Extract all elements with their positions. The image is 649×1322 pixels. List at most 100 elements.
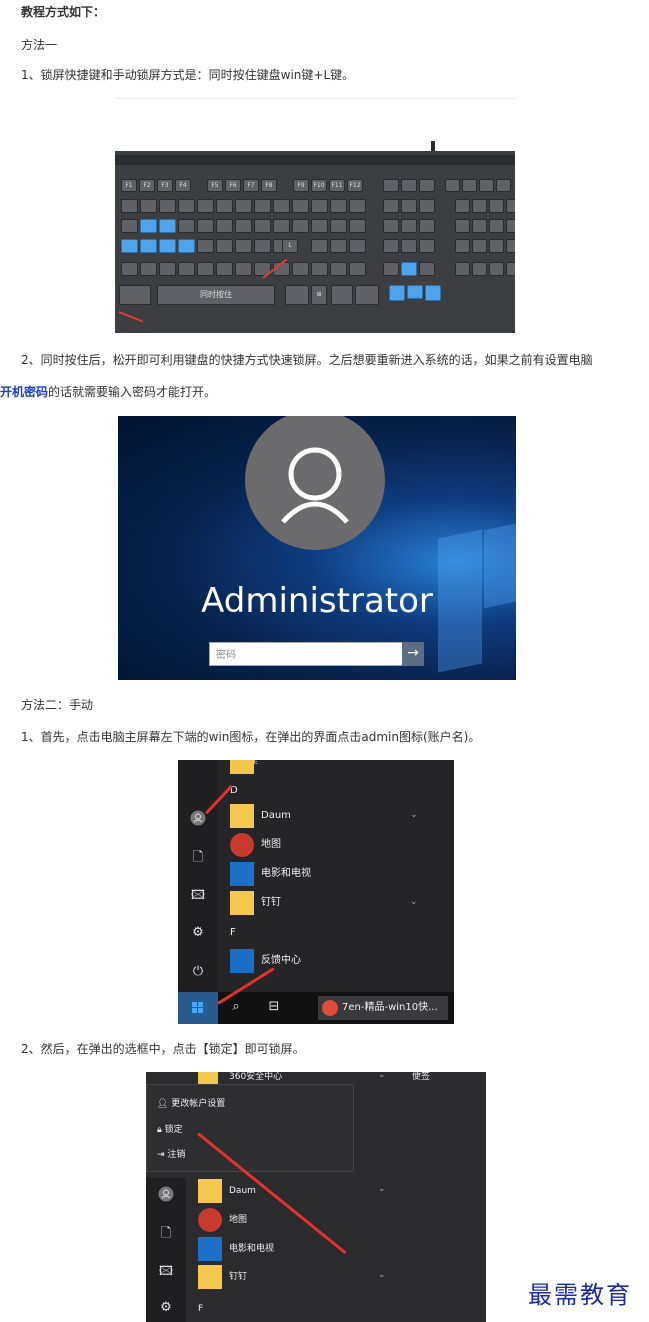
press-together-label: 同时按住 [200, 290, 232, 299]
function-key: F4 [175, 179, 191, 192]
app-dingtalk[interactable]: 钉钉 [229, 1270, 247, 1284]
keyboard-key [330, 262, 347, 276]
function-key: F5 [207, 179, 223, 192]
keyboard-image: F1 F2 F3 F4 F5 F6 F7 F8 F9 F10 F11 F12 同时按住 L ⊞ [115, 98, 515, 333]
submit-arrow-button[interactable]: → [402, 642, 424, 666]
arrow-key [407, 285, 423, 299]
keyboard-key [472, 199, 487, 213]
keyboard-key [401, 219, 417, 233]
dingtalk-tile-icon [198, 1265, 222, 1289]
user-name: Administrator [201, 581, 433, 621]
maps-tile-icon [230, 833, 254, 857]
app-movies-tv[interactable]: 电影和电视 [229, 1242, 274, 1256]
menu-sign-out-label: 注销 [167, 1150, 186, 1160]
pictures-icon[interactable]: 🖾 [178, 886, 218, 908]
chevron-down-icon[interactable]: ⌄ [378, 1184, 386, 1194]
keyboard-key [311, 239, 328, 253]
chevron-down-icon[interactable]: ⌄ [378, 1072, 386, 1080]
keyboard-key [496, 179, 511, 192]
keyboard-key [197, 262, 214, 276]
keyboard-key [331, 285, 353, 305]
app-maps[interactable]: 地图 [229, 1213, 247, 1227]
account-icon[interactable] [178, 810, 218, 830]
function-key: F3 [157, 179, 173, 192]
taskbar: ⌕ ⊟ 7en-精品-win10快... [178, 992, 454, 1024]
app-dingtalk[interactable]: 钉钉 [261, 896, 281, 910]
start-sidebar [178, 760, 218, 992]
account-context-menu: 👤︎ 更改帐户设置 🔒︎ 锁定 ⇥ 注销 [146, 1084, 354, 1172]
user-avatar [245, 416, 385, 550]
account-icon[interactable] [146, 1186, 186, 1206]
taskbar-app-label: 7en-精品-win10快... [342, 1002, 438, 1013]
settings-gear-icon[interactable]: ⚙ [146, 1300, 186, 1315]
function-key: F10 [311, 179, 327, 192]
start-menu-image-2: 360安全中心 ⌄ 便签 👤︎ 更改帐户设置 🔒︎ 锁定 ⇥ 注销 🗋 🖾 ⚙ … [146, 1072, 486, 1322]
keyboard-key [292, 219, 309, 233]
keyboard-key [235, 219, 252, 233]
keyboard-key [178, 262, 195, 276]
keyboard-key [197, 239, 214, 253]
step-1-1-text: 1、锁屏快捷键和手动锁屏方式是：同时按住键盘win键+L键。 [21, 68, 355, 82]
ctrl-key [355, 285, 379, 305]
menu-sign-out[interactable]: ⇥ 注销 [157, 1147, 185, 1160]
keyboard-top-edge [115, 155, 515, 165]
app-maps[interactable]: 地图 [261, 838, 281, 852]
keyboard-key [235, 239, 252, 253]
keyboard-key [401, 262, 417, 276]
menu-change-account-settings-label: 更改帐户设置 [171, 1099, 226, 1109]
app-daum[interactable]: Daum [229, 1184, 256, 1198]
keyboard-key [235, 199, 252, 213]
settings-gear-icon[interactable]: ⚙ [178, 925, 218, 940]
keyboard-key [489, 239, 504, 253]
chevron-down-icon[interactable]: ⌄ [410, 897, 418, 907]
power-icon[interactable]: ⏻ [178, 964, 218, 979]
function-key: F2 [139, 179, 155, 192]
keyboard-key [383, 239, 399, 253]
app-daum[interactable]: Daum [261, 809, 291, 823]
keyboard-key [159, 219, 176, 233]
step-1-2-continued: 开机密码的话就需要输入密码才能打开。 [0, 384, 216, 400]
app-movies-tv[interactable]: 电影和电视 [261, 867, 311, 881]
key-win-icon: ⊞ [311, 285, 327, 305]
keyboard-key [472, 262, 487, 276]
movies-tile-icon [198, 1237, 222, 1261]
keyboard-key [401, 179, 417, 192]
keyboard-key [254, 199, 271, 213]
keyboard-key [349, 199, 366, 213]
function-key: F8 [261, 179, 277, 192]
ctrl-key [119, 285, 151, 305]
keyboard-key [472, 219, 487, 233]
pictures-icon[interactable]: 🖾 [146, 1262, 186, 1284]
keyboard-key [479, 179, 494, 192]
dingtalk-tile-icon [230, 891, 254, 915]
menu-change-account-settings[interactable]: 👤︎ 更改帐户设置 [157, 1096, 225, 1109]
app-tile-360-icon [198, 1072, 218, 1084]
keyboard-key [140, 219, 157, 233]
keyboard-key [140, 199, 157, 213]
step-1-2-tail: 的话就需要输入密码才能打开。 [48, 385, 217, 399]
keyboard-key [455, 219, 470, 233]
task-view-icon[interactable]: ⊟ [256, 999, 292, 1014]
windows-start-button[interactable] [178, 992, 218, 1024]
menu-lock[interactable]: 🔒︎ 锁定 [157, 1122, 183, 1135]
alt-key [285, 285, 309, 305]
chevron-down-icon[interactable]: ⌄ [378, 1270, 386, 1280]
app-feedback-hub[interactable]: 反馈中心 [261, 954, 301, 968]
app-360-label[interactable]: 360安全中心 [229, 1072, 282, 1084]
taskbar-app-button[interactable]: 7en-精品-win10快... [318, 996, 448, 1020]
boot-password-link[interactable]: 开机密码 [0, 385, 48, 399]
function-key: F11 [329, 179, 345, 192]
password-placeholder: 密码 [216, 650, 236, 661]
document-icon[interactable]: 🗋 [146, 1224, 186, 1246]
section-f-label: F [198, 1304, 204, 1314]
document-icon[interactable]: 🗋 [178, 848, 218, 870]
keyboard-key [419, 179, 435, 192]
sticky-notes-label[interactable]: 便签 [412, 1072, 430, 1084]
function-key: F9 [293, 179, 309, 192]
method-1-title: 方法一 [21, 38, 58, 52]
person-settings-icon: 👤︎ [157, 1099, 172, 1109]
chevron-down-icon[interactable]: ⌄ [410, 810, 418, 820]
password-input[interactable]: 密码 [209, 642, 403, 666]
keyboard-key [401, 239, 417, 253]
keyboard-key [462, 179, 477, 192]
